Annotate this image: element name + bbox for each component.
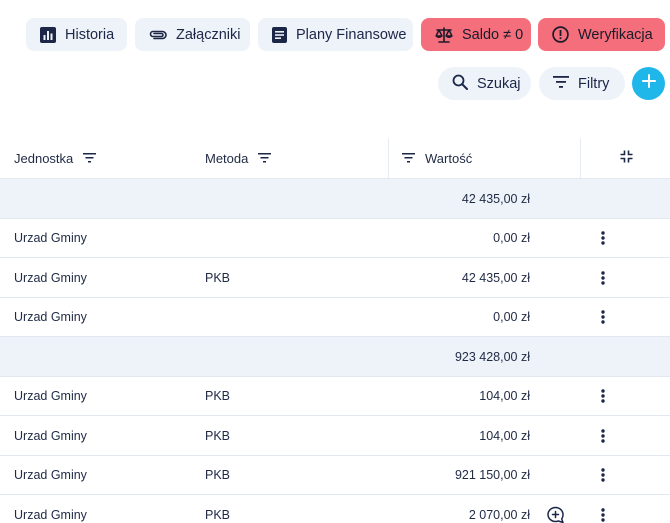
more-vertical-icon[interactable] [593,416,613,455]
actions-bar: Szukaj Filtry [0,67,670,100]
search-icon [452,74,468,94]
cell-jednostka: Urzad Gminy [14,428,87,443]
more-vertical-icon[interactable] [593,456,613,495]
cell-wartosc: 104,00 zł [479,389,530,403]
historia-label: Historia [65,26,115,43]
bar-chart-icon [40,26,56,43]
table-header: Jednostka Metoda Wartość [0,138,670,179]
collapse-columns[interactable] [620,138,633,178]
table-row[interactable]: Urzad Gminy PKB 104,00 zł [0,416,670,456]
cell-wartosc: 2 070,00 zł [468,507,530,522]
plus-icon [641,74,656,93]
add-button[interactable] [632,67,665,100]
cell-metoda: PKB [205,270,231,285]
document-icon [272,26,287,43]
cell-metoda: PKB [205,428,231,443]
column-separator[interactable] [580,138,581,178]
cell-wartosc: 42 435,00 zł [461,191,530,206]
more-vertical-icon[interactable] [593,258,613,297]
cell-wartosc: 0,00 zł [493,231,530,245]
cell-metoda: PKB [205,468,231,482]
more-vertical-icon[interactable] [593,219,613,258]
cell-wartosc: 923 428,00 zł [454,349,530,364]
table-row[interactable]: Urzad Gminy PKB 104,00 zł [0,377,670,416]
cell-wartosc: 42 435,00 zł [461,270,530,285]
historia-button[interactable]: Historia [26,18,127,51]
more-vertical-icon[interactable] [593,298,613,337]
more-vertical-icon[interactable] [593,495,613,523]
plany-finansowe-label: Plany Finansowe [296,26,407,43]
alert-circle-icon [552,26,569,43]
filtry-button[interactable]: Filtry [539,67,625,100]
zalaczniki-label: Załączniki [176,26,241,43]
saldo-button[interactable]: Saldo ≠ 0 [421,18,531,51]
cell-wartosc: 0,00 zł [493,310,530,324]
cell-jednostka: Urzad Gminy [14,310,87,324]
cell-jednostka: Urzad Gminy [14,389,87,403]
filter-icon [553,75,569,92]
table-row[interactable]: Urzad Gminy 0,00 zł [0,219,670,258]
toolbar: Historia Załączniki Plany Finansowe Sald… [0,18,670,51]
header-wartosc: Wartość [402,138,472,178]
more-vertical-icon[interactable] [593,377,613,416]
plany-finansowe-button[interactable]: Plany Finansowe [258,18,413,51]
weryfikacja-button[interactable]: Weryfikacja [538,18,665,51]
header-wartosc-label: Wartość [425,150,473,166]
header-jednostka: Jednostka [14,138,97,178]
filtry-label: Filtry [578,75,610,92]
collapse-icon[interactable] [620,150,633,166]
filter-icon[interactable] [83,151,97,166]
table-row[interactable]: Urzad Gminy PKB 2 070,00 zł [0,495,670,523]
paperclip-icon [149,29,167,41]
cell-jednostka: Urzad Gminy [14,270,87,285]
cell-metoda: PKB [205,389,231,403]
header-jednostka-label: Jednostka [14,150,74,166]
cell-wartosc: 921 150,00 zł [454,468,530,482]
table-row[interactable]: Urzad Gminy 0,00 zł [0,298,670,337]
data-table: Jednostka Metoda Wartość 42 435,00 zł Urz… [0,138,670,523]
table-body: 42 435,00 zł Urzad Gminy 0,00 zł Urzad Gmin… [0,179,670,523]
add-comment-icon[interactable] [545,495,565,523]
cell-jednostka: Urzad Gminy [14,231,87,245]
filter-icon[interactable] [258,151,272,166]
group-row[interactable]: 42 435,00 zł [0,179,670,219]
cell-metoda: PKB [205,507,231,522]
cell-wartosc: 104,00 zł [479,428,530,443]
cell-jednostka: Urzad Gminy [14,468,87,482]
header-metoda-label: Metoda [205,150,249,166]
saldo-label: Saldo ≠ 0 [462,26,524,43]
group-row[interactable]: 923 428,00 zł [0,337,670,377]
table-row[interactable]: Urzad Gminy PKB 42 435,00 zł [0,258,670,298]
table-row[interactable]: Urzad Gminy PKB 921 150,00 zł [0,456,670,495]
scale-icon [435,26,453,43]
weryfikacja-label: Weryfikacja [578,26,653,43]
zalaczniki-button[interactable]: Załączniki [135,18,250,51]
header-metoda: Metoda [205,138,272,178]
cell-jednostka: Urzad Gminy [14,507,87,522]
szukaj-label: Szukaj [477,75,521,92]
filter-icon[interactable] [402,151,415,166]
column-separator[interactable] [388,138,389,178]
szukaj-button[interactable]: Szukaj [438,67,531,100]
